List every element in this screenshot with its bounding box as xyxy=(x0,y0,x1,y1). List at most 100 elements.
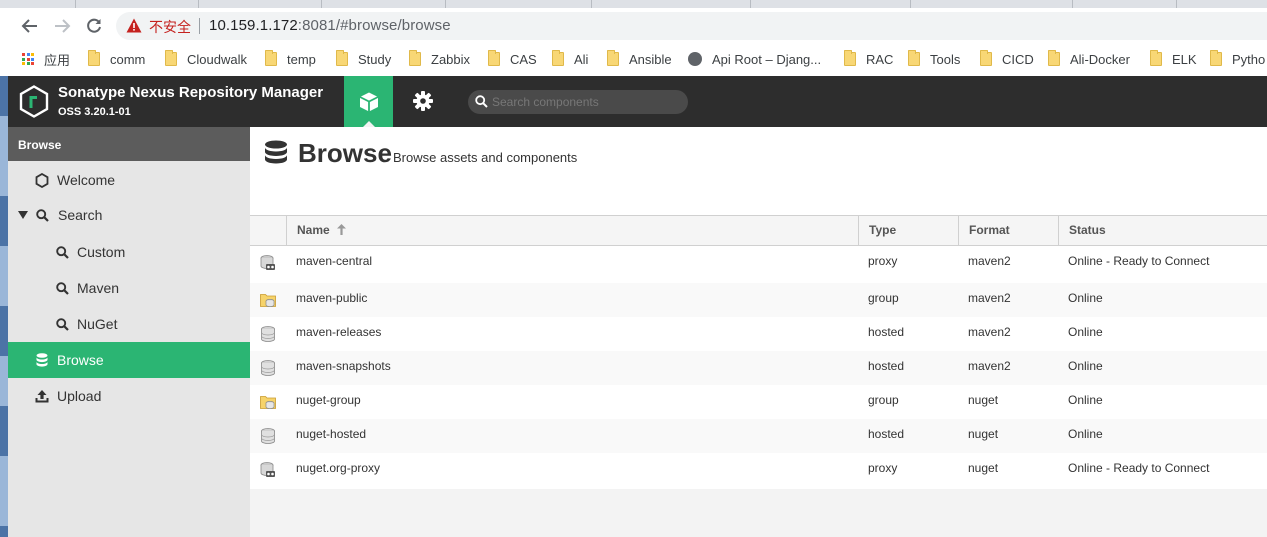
caret-down-icon xyxy=(15,207,31,223)
bookmark-link[interactable]: Api Root – Djang... xyxy=(688,50,821,68)
upload-icon xyxy=(34,388,50,404)
globe-icon xyxy=(688,52,702,66)
bookmark-folder[interactable]: comm xyxy=(88,50,145,68)
bookmark-label: Zabbix xyxy=(431,51,471,67)
column-header-name[interactable]: Name xyxy=(286,216,858,245)
window-edge xyxy=(0,76,8,537)
forward-button[interactable] xyxy=(50,14,74,38)
reload-icon xyxy=(87,18,101,33)
sidebar-item-label: Maven xyxy=(77,280,120,296)
main-panel: Browse Browse assets and components Name… xyxy=(250,127,1267,537)
search-components-input[interactable] xyxy=(492,93,678,111)
hexagon-icon xyxy=(34,172,50,188)
repo-name[interactable]: nuget.org-proxy xyxy=(296,461,380,475)
table-row[interactable]: maven-snapshots hosted maven2 Online xyxy=(250,351,1267,385)
bookmark-label: ELK xyxy=(1172,51,1197,67)
repo-type: hosted xyxy=(868,427,905,441)
repo-format: maven2 xyxy=(968,254,1011,268)
folder-icon xyxy=(908,50,920,66)
folder-icon xyxy=(844,50,856,66)
folder-icon xyxy=(1150,50,1162,66)
repo-status: Online xyxy=(1068,427,1103,441)
repo-name[interactable]: nuget-group xyxy=(296,393,361,407)
bookmark-folder[interactable]: Ansible xyxy=(607,50,672,68)
address-bar[interactable]: 不安全 10.159.1.172:8081/#browse/browse xyxy=(116,12,1267,40)
arrow-right-icon xyxy=(55,19,71,33)
sidebar-item-label: NuGet xyxy=(77,316,118,332)
security-status-label[interactable]: 不安全 xyxy=(149,17,191,37)
column-header-label: Name xyxy=(297,223,330,237)
bookmark-label: CICD xyxy=(1002,51,1034,67)
back-button[interactable] xyxy=(18,14,42,38)
repo-name[interactable]: maven-releases xyxy=(296,325,381,339)
sidebar-item-welcome[interactable]: Welcome xyxy=(8,163,250,197)
apps-grid-icon xyxy=(22,53,34,65)
bookmark-folder[interactable]: CAS xyxy=(488,50,537,68)
bookmark-label: Ali-Docker xyxy=(1070,51,1130,67)
browse-mode-button[interactable] xyxy=(344,76,393,127)
database-icon xyxy=(34,352,50,368)
sidebar-item-label: Custom xyxy=(77,244,126,260)
warning-icon xyxy=(126,18,142,33)
url-text[interactable]: 10.159.1.172:8081/#browse/browse xyxy=(209,17,451,34)
table-row[interactable]: maven-releases hosted maven2 Online xyxy=(250,317,1267,351)
bookmark-label: 应用 xyxy=(44,52,71,68)
table-row[interactable]: maven-public group maven2 Online xyxy=(250,283,1267,317)
bookmark-label: Api Root – Djang... xyxy=(712,51,822,67)
repo-name[interactable]: nuget-hosted xyxy=(296,427,366,441)
table-row[interactable]: maven-central proxy maven2 Online - Read… xyxy=(250,246,1267,283)
gear-icon[interactable] xyxy=(412,90,434,112)
column-header-format[interactable]: Format xyxy=(958,216,1058,245)
repo-type: proxy xyxy=(868,254,898,268)
sidebar-item-maven[interactable]: Maven xyxy=(8,271,250,305)
app-version: OSS 3.20.1-01 xyxy=(58,106,131,118)
bookmark-folder[interactable]: Zabbix xyxy=(409,50,470,68)
bookmark-folder[interactable]: ELK xyxy=(1150,50,1197,68)
sidebar-item-search[interactable]: Search xyxy=(8,198,250,232)
bookmark-folder[interactable]: temp xyxy=(265,50,316,68)
sidebar-item-nuget[interactable]: NuGet xyxy=(8,307,250,341)
bookmark-label: CAS xyxy=(510,51,537,67)
repo-status: Online xyxy=(1068,325,1103,339)
table-row[interactable]: nuget-group group nuget Online xyxy=(250,385,1267,419)
search-icon xyxy=(475,95,488,108)
reload-button[interactable] xyxy=(82,14,106,38)
sidebar-item-browse[interactable]: Browse xyxy=(8,342,250,378)
sidebar-item-label: Welcome xyxy=(57,172,116,188)
bookmark-folder[interactable]: Ali xyxy=(552,50,588,68)
sort-ascending-icon xyxy=(337,224,347,235)
bookmark-label: Ansible xyxy=(629,51,672,67)
repo-format: nuget xyxy=(968,427,999,441)
search-icon xyxy=(54,244,70,260)
column-header-label: Format xyxy=(969,223,1010,237)
bookmark-folder[interactable]: CICD xyxy=(980,50,1034,68)
repo-type: group xyxy=(868,393,899,407)
app-header: Sonatype Nexus Repository Manager OSS 3.… xyxy=(8,76,1267,127)
column-header-label: Type xyxy=(869,223,897,237)
sidebar-item-custom[interactable]: Custom xyxy=(8,235,250,269)
page-header: Browse Browse assets and components xyxy=(250,127,1267,215)
hosted-repository-icon xyxy=(261,428,275,444)
repo-format: maven2 xyxy=(968,291,1011,305)
repo-name[interactable]: maven-central xyxy=(296,254,372,268)
repo-format: nuget xyxy=(968,461,999,475)
bookmark-folder[interactable]: Tools xyxy=(908,50,960,68)
bookmark-folder[interactable]: Cloudwalk xyxy=(165,50,247,68)
bookmark-apps[interactable]: 应用 xyxy=(22,50,70,68)
column-header-type[interactable]: Type xyxy=(858,216,958,245)
bookmark-folder[interactable]: RAC xyxy=(844,50,893,68)
repo-name[interactable]: maven-snapshots xyxy=(296,359,391,373)
table-row[interactable]: nuget-hosted hosted nuget Online xyxy=(250,419,1267,453)
bookmark-folder[interactable]: Ali-Docker xyxy=(1048,50,1130,68)
sidebar-item-label: Search xyxy=(58,207,103,223)
repo-type: hosted xyxy=(868,359,905,373)
repo-name[interactable]: maven-public xyxy=(296,291,367,305)
group-repository-icon xyxy=(260,396,276,409)
grid-header: Name Type Format Status xyxy=(250,215,1267,246)
sidebar-item-upload[interactable]: Upload xyxy=(8,379,250,413)
search-components-box[interactable] xyxy=(468,90,688,114)
bookmark-folder[interactable]: Study xyxy=(336,50,391,68)
bookmark-folder[interactable]: Pytho xyxy=(1210,50,1265,68)
column-header-status[interactable]: Status xyxy=(1058,216,1267,245)
table-row[interactable]: nuget.org-proxy proxy nuget Online - Rea… xyxy=(250,453,1267,489)
